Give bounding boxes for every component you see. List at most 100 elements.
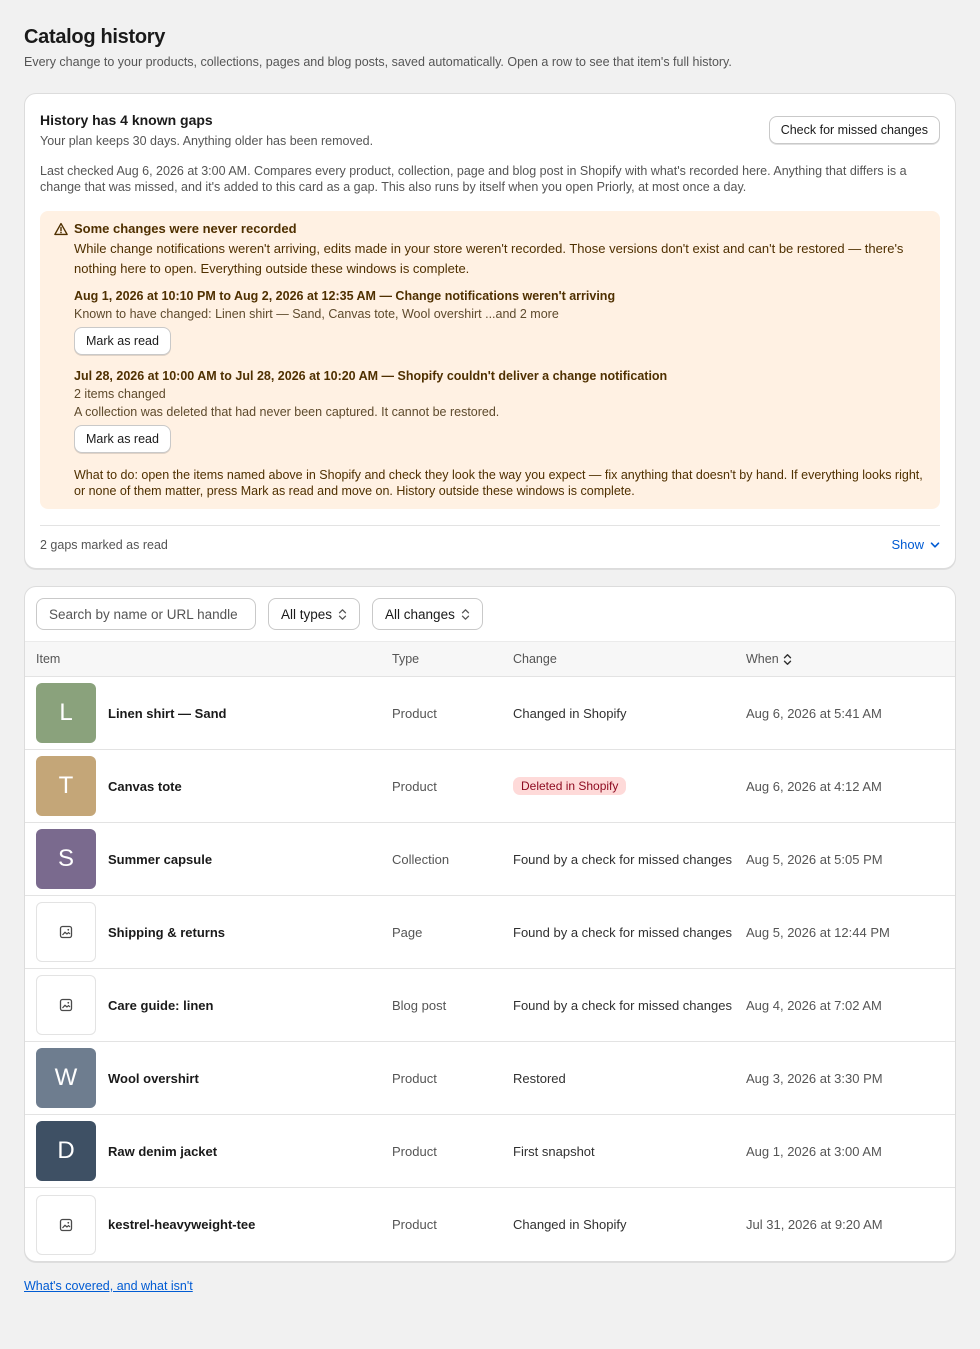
change-text: Found by a check for missed changes	[513, 924, 732, 940]
image-placeholder-icon	[59, 1218, 73, 1231]
table-row[interactable]: Shipping & returns Page Found by a check…	[25, 896, 955, 969]
page: Catalog history Every change to your pro…	[0, 0, 980, 1293]
change-text: Changed in Shopify	[513, 705, 627, 721]
gaps-header: History has 4 known gaps Your plan keeps…	[40, 110, 940, 148]
header-when-label: When	[746, 652, 779, 666]
change-text: Found by a check for missed changes	[513, 997, 732, 1013]
gap-window: Jul 28, 2026 at 10:00 AM to Jul 28, 2026…	[74, 369, 926, 453]
filter-bar: All types All changes	[25, 587, 955, 641]
table-header: Item Type Change When	[25, 641, 955, 677]
thumbnail-initial: W	[54, 1064, 78, 1091]
item-thumbnail	[36, 975, 96, 1035]
item-name: Raw denim jacket	[108, 1143, 218, 1159]
gaps-title: History has 4 known gaps	[40, 112, 213, 128]
change-cell: Changed in Shopify	[513, 706, 746, 721]
warning-text: While change notifications weren't arriv…	[74, 241, 904, 276]
what-to-do-text: What to do: open the items named above i…	[74, 468, 923, 498]
thumbnail-initial: L	[59, 699, 73, 726]
item-cell: S Summer capsule	[25, 829, 392, 889]
table-row[interactable]: W Wool overshirt Product Restored Aug 3,…	[25, 1042, 955, 1115]
warning-banner: Some changes were never recorded While c…	[40, 211, 940, 509]
item-name: kestrel-heavyweight-tee	[108, 1217, 256, 1232]
item-name: Summer capsule	[108, 851, 213, 867]
thumbnail-initial: D	[57, 1137, 75, 1164]
header-type: Type	[392, 652, 420, 666]
type-cell: Product	[392, 1143, 437, 1159]
gap-window-title: Aug 1, 2026 at 10:10 PM to Aug 2, 2026 a…	[74, 289, 616, 303]
thumbnail-initial: T	[58, 772, 74, 799]
change-cell: Found by a check for missed changes	[513, 925, 746, 940]
item-cell: Shipping & returns	[25, 902, 392, 962]
item-cell: Care guide: linen	[25, 975, 392, 1035]
when-cell: Aug 1, 2026 at 3:00 AM	[746, 1143, 882, 1159]
item-name: Shipping & returns	[108, 924, 225, 940]
coverage-link[interactable]: What's covered, and what isn't	[24, 1279, 193, 1293]
when-cell: Aug 5, 2026 at 5:05 PM	[746, 851, 883, 867]
item-thumbnail: D	[36, 1121, 96, 1181]
deleted-badge: Deleted in Shopify	[513, 777, 627, 795]
chevron-down-icon	[930, 541, 940, 548]
item-thumbnail	[36, 902, 96, 962]
type-filter-select[interactable]: All types	[268, 598, 361, 630]
header-item: Item	[36, 652, 61, 666]
change-filter-value: All changes	[385, 606, 455, 622]
change-text: Found by a check for missed changes	[513, 851, 732, 867]
change-cell: Found by a check for missed changes	[513, 998, 746, 1013]
item-name: Wool overshirt	[108, 1070, 199, 1086]
table-body: L Linen shirt — Sand Product Changed in …	[25, 677, 955, 1261]
history-table-card: All types All changes Item Type Change W…	[24, 586, 956, 1262]
item-thumbnail: L	[36, 683, 96, 743]
table-row[interactable]: S Summer capsule Collection Found by a c…	[25, 823, 955, 896]
change-cell: Changed in Shopify	[513, 1217, 746, 1232]
check-missed-changes-button[interactable]: Check for missed changes	[768, 116, 940, 144]
thumbnail-initial: S	[57, 845, 74, 872]
chevron-up-down-icon	[338, 608, 347, 620]
item-cell: W Wool overshirt	[25, 1048, 392, 1108]
header-when-sort[interactable]: When	[746, 652, 955, 666]
table-row[interactable]: T Canvas tote Product Deleted in Shopify…	[25, 750, 955, 823]
last-checked-description: Last checked Aug 6, 2026 at 3:00 AM. Com…	[40, 164, 907, 194]
item-name: Linen shirt — Sand	[108, 705, 227, 721]
mark-as-read-button[interactable]: Mark as read	[74, 327, 171, 355]
change-text: Restored	[513, 1070, 566, 1086]
item-cell: D Raw denim jacket	[25, 1121, 392, 1181]
plan-retention-text: Your plan keeps 30 days. Anything older …	[40, 134, 374, 148]
when-cell: Aug 6, 2026 at 4:12 AM	[746, 778, 882, 794]
type-cell: Product	[392, 778, 437, 794]
type-cell: Blog post	[392, 997, 447, 1013]
show-label: Show	[891, 537, 924, 552]
header-change: Change	[513, 652, 557, 666]
warning-title: Some changes were never recorded	[74, 221, 297, 236]
item-thumbnail: S	[36, 829, 96, 889]
change-text: First snapshot	[513, 1143, 595, 1159]
search-input[interactable]	[36, 598, 256, 630]
table-row[interactable]: kestrel-heavyweight-tee Product Changed …	[25, 1188, 955, 1261]
type-cell: Product	[392, 1217, 437, 1232]
type-cell: Collection	[392, 851, 450, 867]
item-cell: T Canvas tote	[25, 756, 392, 816]
item-thumbnail	[36, 1194, 96, 1255]
item-cell: L Linen shirt — Sand	[25, 683, 392, 743]
table-row[interactable]: L Linen shirt — Sand Product Changed in …	[25, 677, 955, 750]
type-cell: Page	[392, 924, 423, 940]
gap-window-detail: A collection was deleted that had never …	[74, 405, 500, 419]
show-toggle[interactable]: Show	[891, 537, 940, 552]
change-cell: Found by a check for missed changes	[513, 852, 746, 867]
item-name: Care guide: linen	[108, 997, 214, 1013]
image-placeholder-icon	[59, 925, 73, 939]
change-cell: Restored	[513, 1071, 746, 1086]
change-filter-select[interactable]: All changes	[372, 598, 483, 630]
table-row[interactable]: D Raw denim jacket Product First snapsho…	[25, 1115, 955, 1188]
mark-as-read-button[interactable]: Mark as read	[74, 425, 171, 453]
type-cell: Product	[392, 1070, 437, 1086]
when-cell: Jul 31, 2026 at 9:20 AM	[746, 1217, 883, 1232]
item-cell: kestrel-heavyweight-tee	[25, 1194, 392, 1255]
when-cell: Aug 3, 2026 at 3:30 PM	[746, 1070, 883, 1086]
table-row[interactable]: Care guide: linen Blog post Found by a c…	[25, 969, 955, 1042]
when-cell: Aug 5, 2026 at 12:44 PM	[746, 924, 890, 940]
gaps-card: History has 4 known gaps Your plan keeps…	[24, 93, 956, 569]
change-cell: First snapshot	[513, 1144, 746, 1159]
page-title: Catalog history	[24, 26, 166, 48]
item-thumbnail: T	[36, 756, 96, 816]
gaps-footer: 2 gaps marked as read Show	[40, 525, 940, 552]
